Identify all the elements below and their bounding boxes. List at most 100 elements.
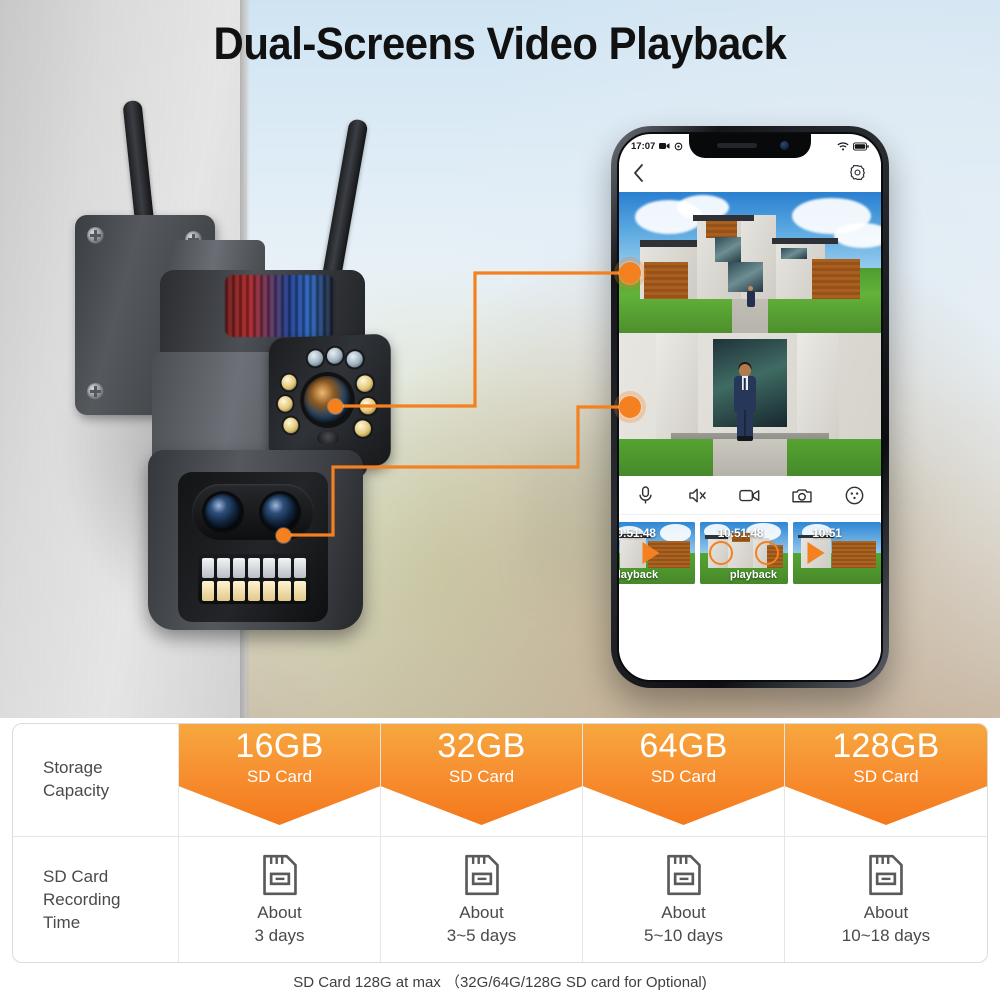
dual-screen-views [619, 192, 881, 476]
floodlight-array [198, 554, 310, 604]
capacity-value: 64GB [639, 727, 728, 765]
screen-wide-view[interactable] [619, 192, 881, 333]
capacity-type: SD Card [448, 766, 515, 786]
phone-screen: 17:07:51:48 ayback 10:51:48 playback 10… [617, 132, 883, 682]
battery-icon [853, 141, 869, 151]
ptz-lens-right [262, 494, 298, 530]
person-detected [733, 362, 756, 442]
spec-column-16gb: 16GB SD Card About 3 days [179, 724, 381, 962]
app-empty-area [619, 584, 881, 680]
ir-led-strip [225, 275, 335, 337]
capacity-value: 32GB [437, 727, 526, 765]
capacity-type: SD Card [246, 766, 313, 786]
microphone-icon [639, 485, 652, 503]
snapshot-button[interactable] [791, 484, 813, 506]
wall-column [655, 333, 698, 439]
recording-time-cell: About 3 days [179, 837, 380, 962]
product-infographic: 17:07:51:48 ayback 10:51:48 playback 10… [0, 0, 1000, 1000]
light-sensor [317, 431, 339, 445]
gear-icon [850, 164, 865, 181]
thumbnail-item[interactable]: 10:51:48 playback [700, 522, 788, 584]
callout-origin-bullet [328, 399, 343, 414]
sd-card-icon [869, 854, 903, 895]
sd-card-icon [464, 854, 499, 895]
led-light [281, 374, 297, 391]
storage-capacity-label: Storage Capacity [43, 758, 110, 800]
time-prefix: About [863, 902, 909, 922]
walkway [713, 438, 787, 476]
ir-led [327, 347, 343, 365]
spec-column-128gb: 128GB SD Card About 10~18 days [785, 724, 987, 962]
wall-column [797, 333, 840, 439]
capacity-banner: 128GB SD Card [785, 724, 987, 825]
thumbnail-label: playback [619, 569, 659, 581]
camera-snapshot-icon [792, 488, 813, 502]
thumbnail-label: playback [729, 569, 777, 581]
floodlight-row [202, 581, 306, 601]
player-toolbar [619, 476, 881, 515]
microphone-button[interactable] [634, 484, 656, 506]
capacity-banner: 16GB SD Card [179, 724, 380, 825]
ptz-lens-housing [192, 484, 314, 540]
thumbnail-item[interactable]: 10:51 [793, 522, 881, 584]
callout-dot-bottom [619, 396, 641, 418]
led-light [277, 396, 293, 412]
capacity-banner: 32GB SD Card [381, 724, 582, 825]
speaker-mute-icon [689, 488, 706, 502]
recording-time-cell: About 5~10 days [583, 837, 784, 962]
sd-card-icon [262, 854, 297, 895]
capacity-type: SD Card [853, 766, 919, 786]
capacity-value: 128GB [832, 727, 940, 765]
recording-time-cell: About 10~18 days [785, 837, 987, 962]
settings-button[interactable] [848, 163, 867, 187]
capacity-banner-wrap: 32GB SD Card [381, 724, 582, 837]
time-value: 3~5 days [446, 925, 517, 945]
thumbnail-timestamp: 10:51:48 [717, 526, 764, 540]
play-icon [642, 542, 660, 564]
app-nav-bar [619, 158, 881, 192]
person-wide [747, 290, 756, 307]
ptz-lens-left [205, 494, 241, 530]
callout-dot-top [619, 262, 641, 284]
led-light [359, 397, 377, 415]
time-prefix: About [661, 902, 706, 922]
capacity-banner-wrap: 64GB SD Card [583, 724, 784, 837]
playback-more-icon [845, 486, 864, 504]
status-bar: 17:07 [619, 134, 881, 158]
capacity-banner: 64GB SD Card [583, 724, 784, 825]
record-button[interactable] [739, 484, 761, 506]
mute-button[interactable] [687, 484, 709, 506]
capacity-value: 16GB [235, 727, 324, 765]
ir-led [307, 350, 324, 367]
row-label-storage: Storage Capacity [13, 724, 178, 837]
led-light [356, 375, 374, 392]
spec-label-column: Storage Capacity SD Card Recording Time [13, 724, 179, 962]
capacity-banner-wrap: 16GB SD Card [179, 724, 380, 837]
spec-footnote: SD Card 128G at max （32G/64G/128G SD car… [293, 974, 707, 991]
time-value: 10~18 days [841, 925, 931, 945]
mount-screw [87, 383, 104, 400]
ptz-face [178, 472, 328, 622]
screen-zoom-view[interactable] [619, 333, 881, 476]
security-camera-product [60, 90, 480, 690]
thumbnail-item[interactable]: 10:51:48 playback [619, 522, 695, 584]
hero-scene: 17:07:51:48 ayback 10:51:48 playback 10… [0, 0, 1000, 718]
floodlight-row [202, 558, 306, 578]
spec-column-32gb: 32GB SD Card About 3~5 days [381, 724, 583, 962]
spec-column-64gb: 64GB SD Card About 5~10 days [583, 724, 785, 962]
back-button[interactable] [633, 163, 644, 187]
playback-more-button[interactable] [844, 484, 866, 506]
status-time: 17:07 [631, 140, 656, 152]
sd-card-icon [666, 854, 701, 895]
gear-icon [674, 142, 683, 150]
time-value: 3 days [254, 925, 305, 945]
capacity-type: SD Card [650, 766, 717, 786]
recording-time-cell: About 3~5 days [381, 837, 582, 962]
playback-thumbnails: 10:51:48 playback [619, 515, 881, 584]
thumbnail-timestamp: 10:51:48 [619, 526, 656, 540]
play-icon [807, 542, 825, 564]
mount-screw [87, 227, 104, 244]
zoom-marker-icon [709, 541, 733, 565]
chevron-left-icon [634, 163, 643, 182]
bullet-lens [303, 375, 351, 425]
